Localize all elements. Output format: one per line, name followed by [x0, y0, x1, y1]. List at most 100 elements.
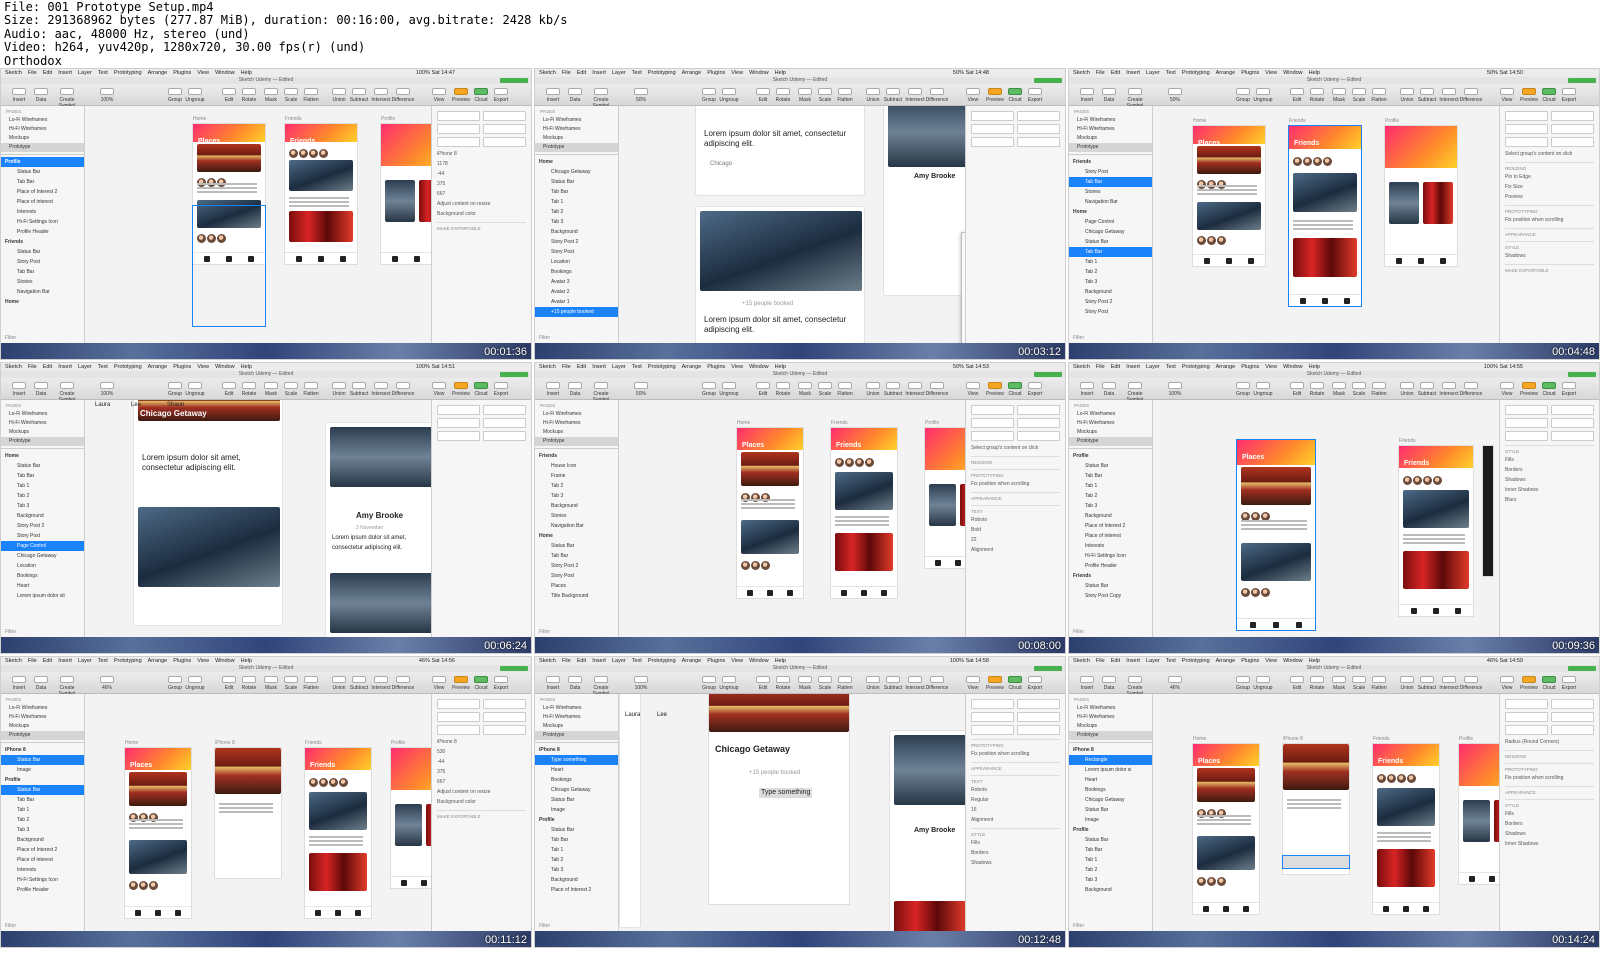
menu-layer[interactable]: Layer [1146, 364, 1160, 370]
inspector-label[interactable]: Fix position when scrolling [1505, 774, 1594, 782]
inspector-label[interactable]: Background color [437, 210, 526, 218]
menu-arrange[interactable]: Arrange [682, 70, 702, 76]
menu-window[interactable]: Window [215, 70, 235, 76]
inspector-label[interactable]: Pin to Edge [1505, 173, 1594, 181]
inspector-label[interactable]: 22 [971, 536, 1060, 544]
menu-view[interactable]: View [197, 364, 209, 370]
toolbar-zoom-button[interactable]: 100% [627, 676, 655, 691]
layers-filter[interactable]: Filter [539, 629, 550, 635]
menu-layer[interactable]: Layer [612, 364, 626, 370]
page-item[interactable]: Prototype [535, 437, 618, 446]
menu-file[interactable]: File [1096, 70, 1105, 76]
menu-edit[interactable]: Edit [43, 658, 52, 664]
layer-item[interactable]: Tab 2 [1069, 491, 1152, 501]
inspector-label[interactable]: Adjust content on resize [437, 200, 526, 208]
page-item[interactable]: Mockups [535, 134, 618, 143]
tab-bar[interactable] [1193, 254, 1265, 266]
inspector-label[interactable]: Inner Shadows [1505, 486, 1594, 494]
toolbar-zoom-button[interactable]: 100% [93, 382, 121, 397]
inspector-label[interactable]: 530 [437, 748, 526, 756]
page-item[interactable]: Mockups [535, 722, 618, 731]
toolbar-data-button[interactable]: Data [27, 382, 55, 397]
menu-sketch[interactable]: Sketch [5, 364, 22, 370]
layer-item[interactable]: Place of Interest 2 [1, 845, 84, 855]
inspector-label[interactable]: 375 [437, 768, 526, 776]
page-item[interactable]: Mockups [1069, 722, 1152, 731]
inspector-label[interactable]: 667 [437, 778, 526, 786]
menu-window[interactable]: Window [1283, 658, 1303, 664]
page-item[interactable]: Lo-Fi Wireframes [1069, 704, 1152, 713]
page-item[interactable]: Hi-Fi Wireframes [535, 419, 618, 428]
story-card[interactable]: +15 people booked Lorem ipsum dolor sit a… [695, 206, 865, 343]
layer-item[interactable]: Tab Bar [535, 551, 618, 561]
menu-sketch[interactable]: Sketch [539, 658, 556, 664]
menu-file[interactable]: File [1096, 658, 1105, 664]
menu-help[interactable]: Help [775, 364, 786, 370]
tab-bar[interactable] [125, 906, 191, 918]
inspector-label[interactable]: 667 [437, 190, 526, 198]
layer-item[interactable]: Status Bar [535, 795, 618, 805]
artboard-friends[interactable]: Friends Friends [831, 420, 897, 598]
page-item[interactable]: Lo-Fi Wireframes [1069, 410, 1152, 419]
menu-insert[interactable]: Insert [1126, 364, 1140, 370]
input-box[interactable] [971, 712, 1014, 722]
menu-layer[interactable]: Layer [1146, 70, 1160, 76]
menu-arrange[interactable]: Arrange [148, 658, 168, 664]
menu-help[interactable]: Help [1309, 364, 1320, 370]
page-item[interactable]: Prototype [1069, 731, 1152, 740]
toolbar-ungroup-button[interactable]: Ungroup [715, 676, 743, 691]
layer-item[interactable]: Background [1069, 287, 1152, 297]
layer-item[interactable]: Hi-Fi Settings Icon [1069, 551, 1152, 561]
layer-item[interactable]: Lorem ipsum dolor si [1069, 765, 1152, 775]
input-box[interactable] [437, 699, 480, 709]
layer-item[interactable]: Title Background [535, 591, 618, 601]
inspector-label[interactable]: Fills [971, 839, 1060, 847]
toolbar-export-button[interactable]: Export [1555, 88, 1583, 103]
artboard-iphone-8[interactable]: iPhone 8 [215, 740, 281, 878]
page-item[interactable]: Mockups [1069, 428, 1152, 437]
page-item[interactable]: Hi-Fi Wireframes [1, 419, 84, 428]
layer-item[interactable]: Place of interest [1, 197, 84, 207]
menu-plugins[interactable]: Plugins [173, 70, 191, 76]
toolbar-export-button[interactable]: Export [1555, 382, 1583, 397]
input-box[interactable] [483, 124, 526, 134]
layer-item[interactable]: Status Bar [1069, 461, 1152, 471]
layers-filter[interactable]: Filter [539, 923, 550, 929]
input-box[interactable] [1017, 418, 1060, 428]
page-item[interactable]: Mockups [1, 134, 84, 143]
page-item[interactable]: Mockups [1069, 134, 1152, 143]
story-card[interactable]: Chicago Getaway Lorem ipsum dolor sit ame… [133, 400, 283, 626]
layer-item[interactable]: Page Control [1, 541, 84, 551]
tab-bar[interactable] [381, 252, 431, 264]
input-box[interactable] [1551, 405, 1594, 415]
toolbar-zoom-button[interactable]: 46% [1161, 676, 1189, 691]
inspector-label[interactable]: Bold [971, 526, 1060, 534]
toolbar-ungroup-button[interactable]: Ungroup [181, 88, 209, 103]
toolbar-export-button[interactable]: Export [1021, 88, 1049, 103]
menu-arrange[interactable]: Arrange [1216, 658, 1236, 664]
toolbar-zoom-button[interactable]: 100% [93, 88, 121, 103]
toolbar-ungroup-button[interactable]: Ungroup [181, 382, 209, 397]
tab-bar[interactable] [1237, 618, 1315, 630]
toolbar-zoom-button[interactable]: 50% [1161, 88, 1189, 103]
layer-item[interactable]: Bookings [1069, 785, 1152, 795]
menu-layer[interactable]: Layer [78, 70, 92, 76]
artboard-friends[interactable]: Friends Friends [1373, 736, 1439, 914]
inspector-label[interactable]: Shadows [1505, 476, 1594, 484]
layer-item[interactable]: Stories [1069, 187, 1152, 197]
input-box[interactable] [1017, 124, 1060, 134]
toolbar-ungroup-button[interactable]: Ungroup [715, 88, 743, 103]
input-box[interactable] [437, 405, 480, 415]
inspector-label[interactable]: Preview [1505, 193, 1594, 201]
artboard-profile[interactable]: Profile [925, 420, 965, 568]
menu-view[interactable]: View [731, 658, 743, 664]
layer-item[interactable]: Tab 3 [535, 217, 618, 227]
menu-help[interactable]: Help [775, 70, 786, 76]
toolbar-difference-button[interactable]: Difference [389, 676, 417, 691]
inspector-label[interactable]: Shadows [971, 859, 1060, 867]
input-box[interactable] [437, 137, 480, 147]
artboard-home[interactable]: Home Places [1193, 736, 1259, 914]
tab-icon[interactable] [861, 590, 867, 596]
menu-help[interactable]: Help [241, 658, 252, 664]
menu-sketch[interactable]: Sketch [1073, 364, 1090, 370]
